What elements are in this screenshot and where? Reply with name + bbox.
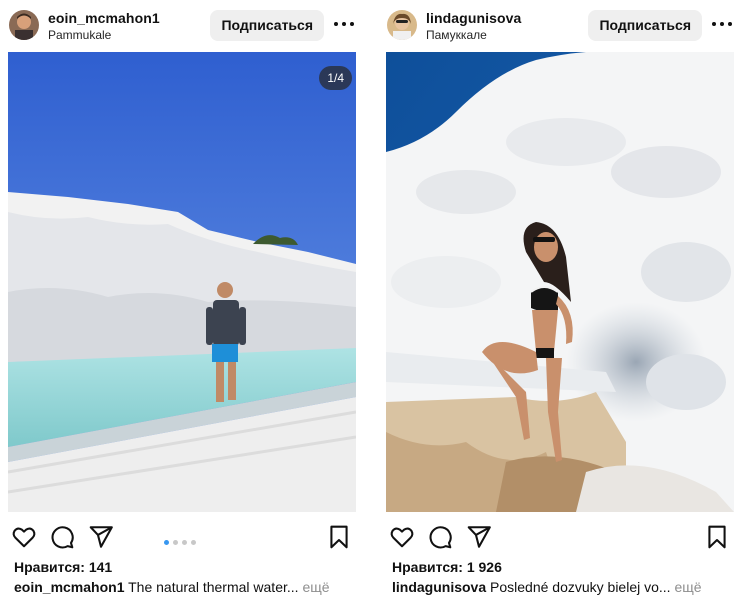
caption: lindagunisova Posledné dozvuky bielej vo… — [392, 579, 732, 595]
caption: eoin_mcmahon1 The natural thermal water.… — [14, 579, 354, 595]
carousel-indicator — [164, 532, 200, 550]
caption-username[interactable]: lindagunisova — [392, 579, 486, 595]
caption-more-link[interactable]: ещё — [674, 579, 701, 595]
action-bar — [386, 520, 734, 552]
avatar[interactable] — [9, 10, 39, 40]
location[interactable]: Памуккале — [426, 28, 487, 42]
carousel-dot — [173, 540, 178, 545]
post-linda: lindagunisova Памуккале Подписаться Нрав… — [386, 0, 734, 600]
more-horizontal-icon[interactable] — [710, 14, 734, 34]
likes-count[interactable]: Нравится: 141 — [14, 559, 112, 575]
follow-button[interactable]: Подписаться — [588, 10, 702, 41]
likes-count[interactable]: Нравится: 1 926 — [392, 559, 502, 575]
avatar[interactable] — [387, 10, 417, 40]
share-icon[interactable] — [466, 524, 492, 550]
post-photo[interactable]: 1/4 — [8, 52, 356, 512]
caption-text: Posledné dozvuky bielej vo... — [490, 579, 671, 595]
caption-more-link[interactable]: ещё — [302, 579, 329, 595]
carousel-dot — [191, 540, 196, 545]
more-horizontal-icon[interactable] — [332, 14, 356, 34]
carousel-dot — [164, 540, 169, 545]
comment-icon[interactable] — [427, 524, 453, 550]
share-icon[interactable] — [88, 524, 114, 550]
comment-icon[interactable] — [49, 524, 75, 550]
bookmark-icon[interactable] — [704, 524, 730, 550]
carousel-dot — [182, 540, 187, 545]
post-eoin: eoin_mcmahon1 Pammukale Подписаться 1/4 … — [8, 0, 356, 600]
post-photo[interactable] — [386, 52, 734, 512]
post-header: lindagunisova Памуккале Подписаться — [386, 0, 734, 50]
heart-icon[interactable] — [389, 524, 415, 550]
caption-text: The natural thermal water... — [128, 579, 299, 595]
username[interactable]: eoin_mcmahon1 — [48, 10, 160, 26]
username[interactable]: lindagunisova — [426, 10, 521, 26]
post-header: eoin_mcmahon1 Pammukale Подписаться — [8, 0, 356, 50]
heart-icon[interactable] — [11, 524, 37, 550]
caption-username[interactable]: eoin_mcmahon1 — [14, 579, 124, 595]
image-counter: 1/4 — [319, 66, 352, 90]
bookmark-icon[interactable] — [326, 524, 352, 550]
location[interactable]: Pammukale — [48, 28, 111, 42]
action-bar — [8, 520, 356, 552]
follow-button[interactable]: Подписаться — [210, 10, 324, 41]
